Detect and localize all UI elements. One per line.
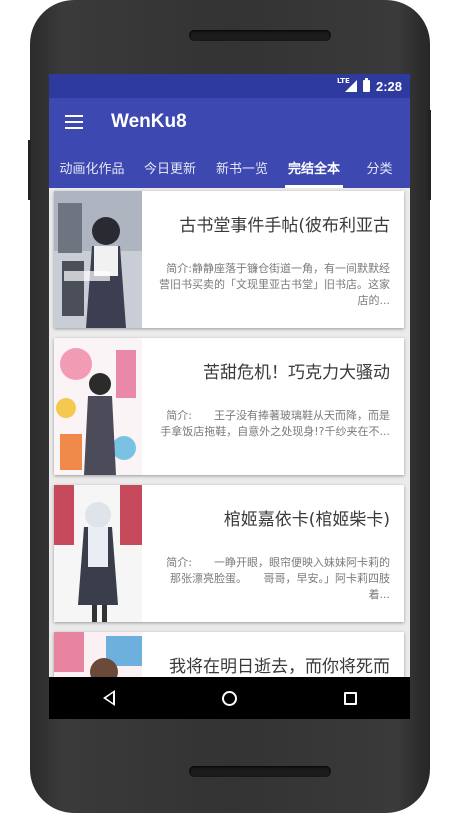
tab-bar: 动画化作品 今日更新 新书一览 完结全本 分类	[49, 146, 410, 188]
tab-completed[interactable]: 完结全本	[279, 146, 349, 188]
battery-icon	[362, 78, 370, 92]
recent-apps-icon[interactable]	[343, 691, 357, 705]
tab-categories[interactable]: 分类	[349, 146, 410, 188]
book-cover-image	[54, 485, 142, 622]
tab-label: 完结全本	[287, 161, 340, 177]
book-description: 简介:静静座落于镰仓街道一角，有一间默默经营旧书买卖的「文现里亚古书堂」旧书店。…	[159, 262, 390, 307]
app-title: WenKu8	[111, 111, 187, 132]
book-cover-image	[54, 191, 142, 328]
tab-new-books[interactable]: 新书一览	[205, 146, 279, 188]
tab-label: 动画化作品	[59, 161, 125, 177]
tab-label: 新书一览	[215, 161, 268, 177]
side-button-left	[28, 140, 31, 200]
tab-anime-works[interactable]: 动画化作品	[49, 146, 135, 188]
book-card[interactable]: 棺姬嘉依卡(棺姬柴卡) 简介: 一睁开眼，眼帘便映入妹妹阿卡莉的那张漂亮脸蛋。 …	[54, 485, 404, 622]
book-title: 我将在明日逝去，而你将死而	[169, 657, 390, 677]
tab-label: 分类	[366, 161, 393, 177]
app-bar: WenKu8	[49, 98, 410, 146]
top-speaker	[189, 30, 331, 41]
menu-icon[interactable]	[65, 115, 83, 129]
home-icon[interactable]	[221, 690, 237, 706]
book-card[interactable]: 苦甜危机！巧克力大骚动 简介: 王子没有捧著玻璃鞋从天而降，而是手拿饭店拖鞋，自…	[54, 338, 404, 475]
status-bar: LTE 2:28	[49, 74, 410, 98]
book-list[interactable]: 古书堂事件手帖(彼布利亚古 简介:静静座落于镰仓街道一角，有一间默默经营旧书买卖…	[49, 188, 410, 719]
tab-today-updates[interactable]: 今日更新	[135, 146, 205, 188]
lte-signal-icon: LTE	[337, 77, 357, 92]
screen: LTE 2:28 WenKu8 动画化作品 今日更新 新书一览 完结全本 分类	[49, 74, 410, 719]
side-button-right	[428, 110, 431, 200]
book-description: 简介: 王子没有捧著玻璃鞋从天而降，而是手拿饭店拖鞋，自意外之处现身!?千纱夹在…	[160, 409, 390, 438]
back-icon[interactable]	[102, 690, 115, 706]
bottom-speaker	[189, 766, 331, 777]
book-cover-image	[54, 338, 142, 475]
book-title: 古书堂事件手帖(彼布利亚古	[179, 216, 390, 236]
book-title: 苦甜危机！巧克力大骚动	[203, 363, 390, 383]
tab-label: 今日更新	[143, 161, 196, 177]
book-title: 棺姬嘉依卡(棺姬柴卡)	[223, 510, 390, 530]
system-nav-bar	[49, 677, 410, 719]
book-description: 简介: 一睁开眼，眼帘便映入妹妹阿卡莉的那张漂亮脸蛋。 哥哥，早安。」阿卡莉四肢…	[166, 556, 390, 601]
book-card[interactable]: 古书堂事件手帖(彼布利亚古 简介:静静座落于镰仓街道一角，有一间默默经营旧书买卖…	[54, 191, 404, 328]
status-time: 2:28	[375, 78, 402, 94]
